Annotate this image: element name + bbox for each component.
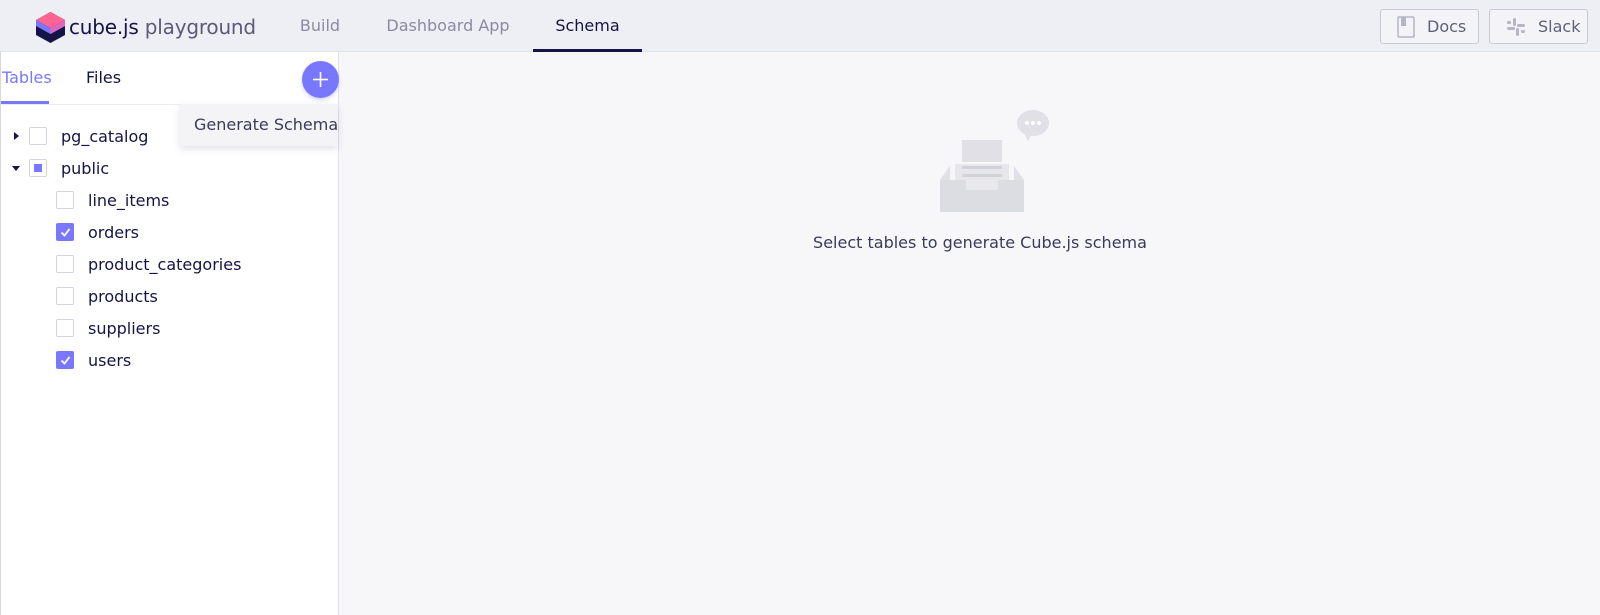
checkbox-orders[interactable]: [56, 223, 74, 241]
empty-inbox-icon: [940, 110, 1049, 212]
checkbox-suppliers[interactable]: [56, 319, 74, 337]
tree-label-product-categories[interactable]: product_categories: [88, 255, 241, 275]
cube-logo-icon: [36, 11, 65, 43]
slack-icon: [1507, 17, 1525, 36]
logo-word: cube.js: [69, 15, 139, 39]
tree-label-suppliers[interactable]: suppliers: [88, 319, 160, 339]
book-icon: [1397, 15, 1415, 38]
partial-indicator: [34, 164, 42, 172]
slack-button[interactable]: Slack: [1489, 9, 1588, 44]
add-button[interactable]: [302, 61, 339, 98]
tree-label-orders[interactable]: orders: [88, 223, 139, 243]
generate-schema-item[interactable]: Generate Schema: [194, 104, 338, 146]
caret-down-icon[interactable]: [11, 163, 21, 173]
tree-label-products[interactable]: products: [88, 287, 158, 307]
checkbox-public[interactable]: [29, 159, 47, 177]
docs-button[interactable]: Docs: [1380, 9, 1479, 44]
checkbox-line-items[interactable]: [56, 191, 74, 209]
nav-build[interactable]: Build: [296, 0, 344, 52]
tab-files[interactable]: Files: [86, 52, 121, 104]
logo-text: cube.js playground: [69, 15, 256, 39]
tab-tables[interactable]: Tables: [2, 52, 52, 104]
nav-active-underline: [533, 49, 642, 52]
logo[interactable]: cube.js playground: [36, 11, 256, 43]
docs-label: Docs: [1427, 17, 1467, 36]
tree-label-line-items[interactable]: line_items: [88, 191, 169, 211]
nav-schema[interactable]: Schema: [533, 0, 642, 52]
checkbox-users[interactable]: [56, 351, 74, 369]
tree-label-pg-catalog[interactable]: pg_catalog: [61, 127, 148, 147]
empty-state-message: Select tables to generate Cube.js schema: [813, 233, 1147, 252]
tree-label-public[interactable]: public: [61, 159, 109, 179]
check-icon: [60, 356, 71, 365]
checkbox-product-categories[interactable]: [56, 255, 74, 273]
check-icon: [60, 228, 71, 237]
slack-label: Slack: [1538, 17, 1581, 36]
caret-right-icon[interactable]: [11, 131, 21, 141]
top-header: cube.js playground Build Dashboard App S…: [0, 0, 1600, 52]
add-dropdown-menu: Generate Schema: [180, 104, 338, 146]
tree-label-users[interactable]: users: [88, 351, 131, 371]
nav-dashboard-app[interactable]: Dashboard App: [383, 0, 513, 52]
plus-icon: [313, 72, 328, 87]
logo-suffix: playground: [144, 15, 256, 39]
checkbox-products[interactable]: [56, 287, 74, 305]
checkbox-pg-catalog[interactable]: [29, 127, 47, 145]
